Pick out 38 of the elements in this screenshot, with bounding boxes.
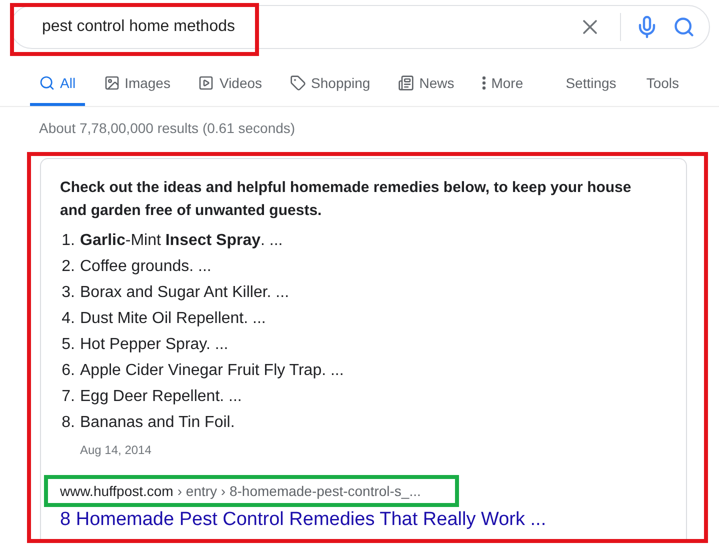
tool-link[interactable]: Settings — [566, 63, 616, 103]
list-item: Coffee grounds. ... — [80, 257, 212, 277]
search-tab[interactable]: All — [30, 63, 85, 106]
list-number: 4. — [60, 309, 75, 329]
search-tab[interactable]: Images — [94, 63, 180, 106]
result-breadcrumb: › entry › 8-homemade-pest-control-s_... — [177, 483, 421, 499]
list-item: Borax and Sugar Ant Killer. ... — [80, 283, 290, 303]
result-date: Aug 14, 2014 — [80, 443, 152, 457]
list-item: Bananas and Tin Foil. — [80, 413, 235, 433]
list-item: Hot Pepper Spray. ... — [80, 335, 228, 355]
list-number: 6. — [60, 361, 75, 381]
play-icon — [198, 75, 214, 91]
list-item: Dust Mite Oil Repellent. ... — [80, 309, 266, 329]
result-domain: www.huffpost.com — [60, 483, 174, 499]
list-number: 3. — [60, 283, 75, 303]
image-icon — [104, 75, 120, 91]
tool-link[interactable]: Tools — [646, 63, 679, 103]
list-item: Egg Deer Repellent. ... — [80, 387, 242, 407]
search-tab[interactable]: Videos — [189, 63, 272, 106]
list-item: Garlic-Mint Insect Spray. ... — [80, 231, 283, 251]
search-icon[interactable] — [673, 16, 695, 38]
search-icon — [39, 75, 55, 91]
newspaper-icon — [398, 75, 414, 91]
search-tab[interactable]: Shopping — [281, 63, 380, 106]
tag-icon — [290, 75, 306, 91]
result-title-link[interactable]: 8 Homemade Pest Control Remedies That Really Work ... — [60, 509, 546, 531]
list-number: 7. — [60, 387, 75, 407]
list-number: 5. — [60, 335, 75, 355]
snippet-heading: Check out the ideas and helpful homemade remedies below, to keep your house and garden free of unwanted guests. — [60, 178, 632, 221]
list-number: 2. — [60, 257, 75, 277]
more-icon — [482, 76, 486, 90]
search-tab[interactable]: News — [389, 63, 464, 106]
search-tab[interactable]: More — [473, 63, 532, 106]
search-query[interactable]: pest control home methods — [40, 17, 578, 37]
list-number: 8. — [60, 413, 75, 433]
list-number: 1. — [60, 231, 75, 251]
result-stats: About 7,78,00,000 results (0.61 seconds) — [39, 120, 296, 136]
list-item: Apple Cider Vinegar Fruit Fly Trap. ... — [80, 361, 344, 381]
